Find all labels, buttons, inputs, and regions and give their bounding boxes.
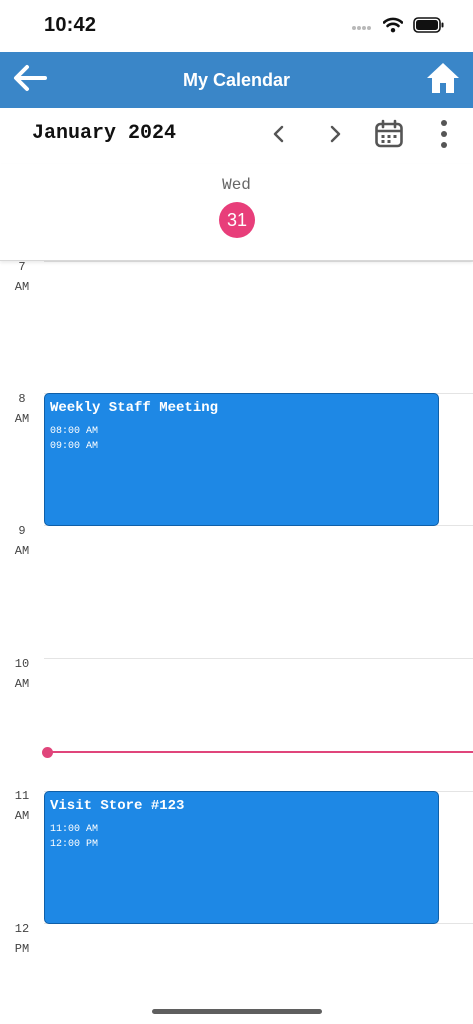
calendar-screen: 10:42 My Calendar January 2024 Wed 31 7 … <box>0 0 473 1024</box>
hour-label-12pm: 12 PM <box>14 922 30 956</box>
event-start-time: 08:00 AM <box>50 426 99 437</box>
hour-line <box>44 261 473 262</box>
event-weekly-staff-meeting[interactable]: Weekly Staff Meeting 08:00 AM 09:00 AM <box>44 393 439 526</box>
event-start-time: 11:00 AM <box>50 824 99 835</box>
date-badge[interactable]: 31 <box>219 202 255 238</box>
status-bar: 10:42 <box>0 0 473 52</box>
status-icons <box>351 16 445 38</box>
back-button[interactable] <box>8 58 52 102</box>
battery-icon <box>413 16 445 38</box>
home-button[interactable] <box>421 58 465 102</box>
day-header: Wed 31 <box>0 164 473 261</box>
signal-dots-icon <box>351 18 373 36</box>
event-title: Weekly Staff Meeting <box>50 400 219 416</box>
home-icon <box>426 62 460 99</box>
app-bar: My Calendar <box>0 52 473 108</box>
home-indicator[interactable] <box>152 1009 322 1014</box>
calendar-picker-button[interactable] <box>371 118 407 154</box>
chevron-left-icon <box>272 125 286 148</box>
day-timeline[interactable]: 7 AM 8 AM 9 AM 10 AM 11 AM 12 PM Weekly Staff … <box>0 261 473 994</box>
event-end-time: 12:00 PM <box>50 839 99 850</box>
hour-label-9am: 9 AM <box>14 524 30 558</box>
chevron-right-icon <box>328 125 342 148</box>
status-time: 10:42 <box>44 14 97 36</box>
weekday-label: Wed <box>222 176 251 194</box>
hour-label-11am: 11 AM <box>14 789 30 823</box>
event-title: Visit Store #123 <box>50 798 185 814</box>
month-label: January 2024 <box>32 122 177 145</box>
previous-button[interactable] <box>261 118 297 154</box>
month-toolbar: January 2024 <box>0 108 473 164</box>
current-time-line <box>47 751 473 753</box>
wifi-icon <box>382 17 404 38</box>
calendar-icon <box>374 119 404 154</box>
hour-line <box>44 658 473 659</box>
more-options-button[interactable] <box>426 118 462 154</box>
hour-label-7am: 7 AM <box>14 261 30 294</box>
event-visit-store[interactable]: Visit Store #123 11:00 AM 12:00 PM <box>44 791 439 924</box>
event-end-time: 09:00 AM <box>50 441 99 452</box>
page-title: My Calendar <box>182 70 291 90</box>
arrow-left-icon <box>12 64 48 97</box>
hour-label-8am: 8 AM <box>14 392 30 426</box>
more-vertical-icon <box>440 119 448 154</box>
hour-label-10am: 10 AM <box>14 657 30 691</box>
next-button[interactable] <box>317 118 353 154</box>
